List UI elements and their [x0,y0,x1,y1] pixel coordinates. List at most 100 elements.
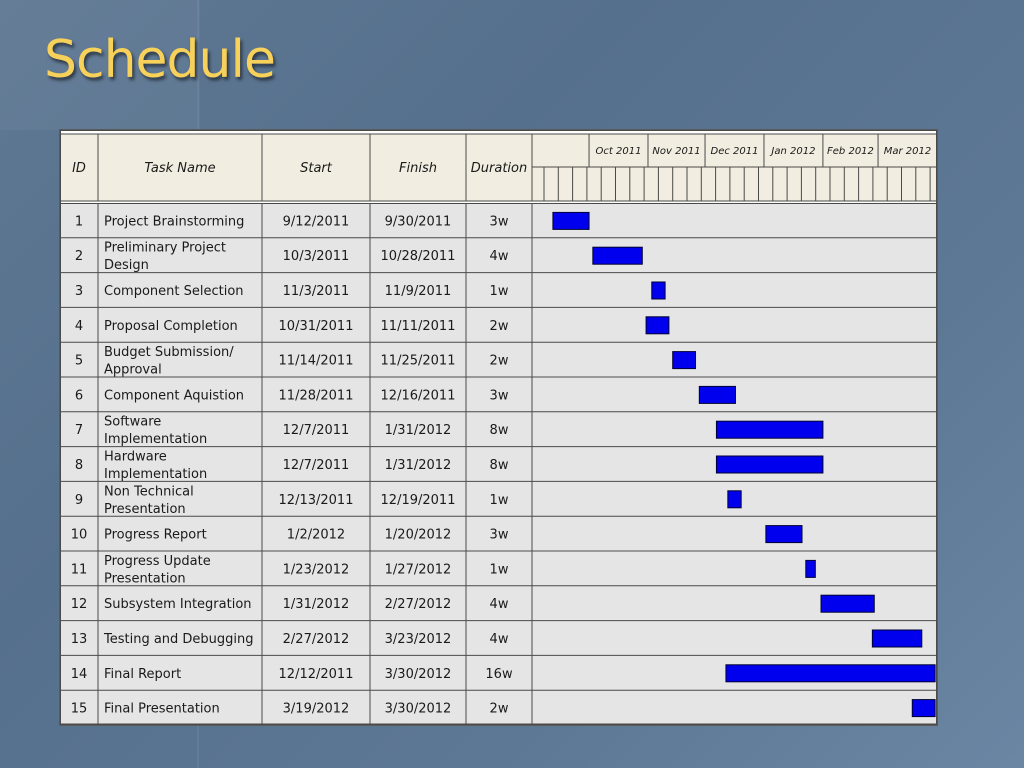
gantt-bar [725,664,936,683]
task-finish: 11/25/2011 [381,354,456,369]
task-id: 9 [75,493,83,508]
gantt-bar [698,385,736,404]
gantt-bar [645,316,670,335]
task-name: Implementation [104,432,207,447]
gantt-bar [871,629,923,648]
month-label: Feb 2012 [827,146,874,157]
task-finish: 9/30/2011 [385,214,452,229]
task-duration: 3w [490,388,509,403]
task-id: 6 [75,388,83,403]
task-duration: 16w [485,667,513,682]
gantt-chart: ID Task Name Start Finish Duration Oct 2011 No… [60,130,937,725]
task-finish: 1/27/2012 [385,562,452,577]
task-finish: 1/31/2012 [385,423,452,438]
task-finish: 3/23/2012 [385,632,452,647]
gantt-bar [651,281,666,300]
gantt-bar [672,351,697,370]
task-duration: 4w [490,249,509,264]
gantt-bar [592,246,643,265]
task-name: Software [104,415,161,430]
month-label: Mar 2012 [884,146,932,157]
header-id: ID [72,161,86,176]
task-name: Final Presentation [104,702,220,717]
task-name: Progress Report [104,528,207,543]
gantt-bar [715,455,824,474]
task-duration: 1w [490,493,509,508]
task-id: 10 [71,528,88,543]
task-duration: 1w [490,562,509,577]
task-name: Design [104,258,149,273]
task-finish: 10/28/2011 [381,249,456,264]
task-duration: 4w [490,632,509,647]
task-name: Component Selection [104,284,244,299]
task-finish: 12/16/2011 [381,388,456,403]
gantt-bar [715,420,824,439]
task-id: 4 [75,319,83,334]
task-finish: 3/30/2012 [385,667,452,682]
task-finish: 2/27/2012 [385,597,452,612]
task-id: 15 [71,702,88,717]
task-duration: 8w [490,423,509,438]
month-label: Jan 2012 [769,146,815,157]
month-label: Nov 2011 [652,146,700,157]
task-name: Presentation [104,502,186,517]
task-start: 11/28/2011 [279,388,354,403]
task-start: 3/19/2012 [283,702,350,717]
task-name: Subsystem Integration [104,597,252,612]
task-duration: 2w [490,354,509,369]
task-start: 11/3/2011 [283,284,350,299]
task-id: 5 [75,354,83,369]
task-duration: 2w [490,702,509,717]
task-name: Component Aquistion [104,388,244,403]
gantt-bar [805,559,816,578]
task-name: Preliminary Project [104,241,226,256]
header-duration: Duration [471,161,527,176]
task-start: 12/13/2011 [279,493,354,508]
task-id: 13 [71,632,88,647]
task-start: 1/23/2012 [283,562,350,577]
header-task-name: Task Name [144,161,215,176]
task-finish: 1/31/2012 [385,458,452,473]
gantt-bar [820,594,875,613]
task-name: Testing and Debugging [103,632,254,647]
task-start: 12/12/2011 [279,667,354,682]
task-start: 1/2/2012 [287,528,345,543]
task-name: Approval [104,363,162,378]
gantt-table: ID Task Name Start Finish Duration Oct 2011 No… [59,129,938,726]
task-id: 11 [71,562,88,577]
task-name: Non Technical [104,484,194,499]
task-finish: 11/11/2011 [381,319,456,334]
gantt-bar [727,490,742,509]
gantt-bar [765,525,803,544]
month-label: Dec 2011 [711,146,759,157]
task-id: 3 [75,284,83,299]
task-start: 2/27/2012 [283,632,350,647]
task-duration: 2w [490,319,509,334]
task-finish: 1/20/2012 [385,528,452,543]
task-start: 10/3/2011 [283,249,350,264]
task-name: Presentation [104,571,186,586]
task-duration: 3w [490,214,509,229]
task-start: 12/7/2011 [283,423,350,438]
task-name: Final Report [104,667,181,682]
slide-title: Schedule [44,30,276,90]
task-id: 1 [75,214,83,229]
task-start: 12/7/2011 [283,458,350,473]
task-id: 2 [75,249,83,264]
task-name: Proposal Completion [104,319,238,334]
task-name: Budget Submission/ [104,345,234,360]
task-duration: 3w [490,528,509,543]
task-name: Progress Update [104,554,211,569]
task-finish: 12/19/2011 [381,493,456,508]
task-id: 7 [75,423,83,438]
task-start: 1/31/2012 [283,597,350,612]
task-name: Project Brainstorming [104,214,244,229]
task-duration: 4w [490,597,509,612]
task-duration: 8w [490,458,509,473]
month-label: Oct 2011 [596,146,642,157]
task-name: Hardware [104,450,167,465]
task-duration: 1w [490,284,509,299]
header-finish: Finish [399,161,437,176]
task-id: 8 [75,458,83,473]
task-id: 12 [71,597,88,612]
